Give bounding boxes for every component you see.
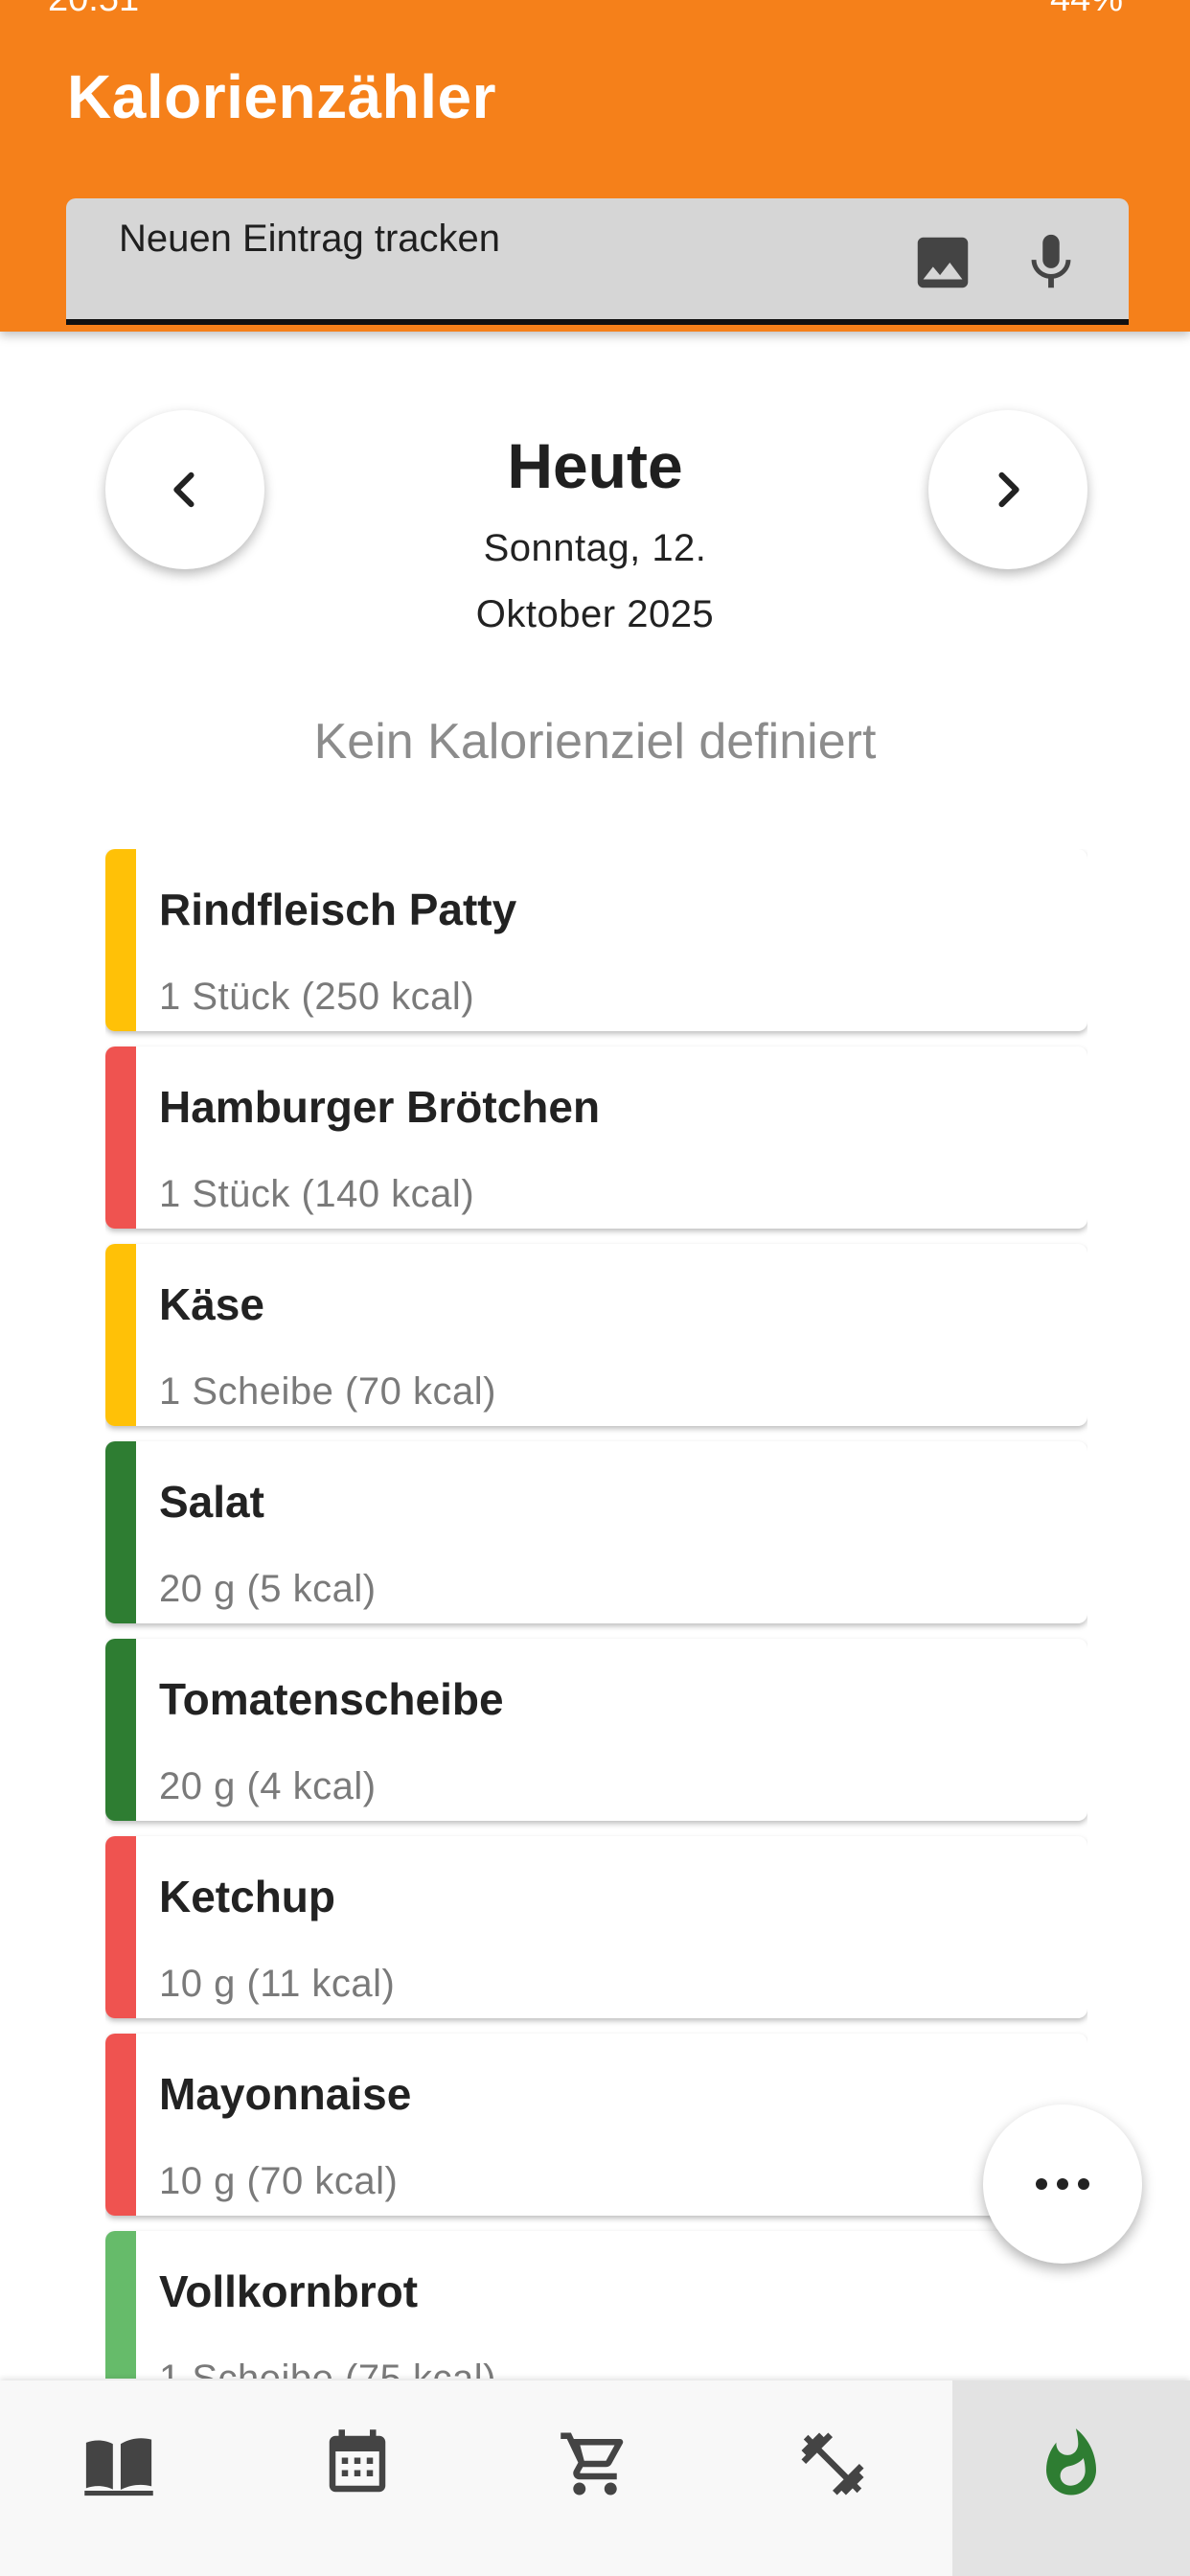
entry-card[interactable]: Vollkornbrot 1 Scheibe (75 kcal) <box>105 2231 1087 2379</box>
next-day-button[interactable] <box>928 410 1087 569</box>
chevron-right-icon <box>998 472 1019 508</box>
nav-item-cart[interactable] <box>476 2380 714 2576</box>
entry-name: Käse <box>159 1279 264 1329</box>
entry-card[interactable]: Tomatenscheibe 20 g (4 kcal) <box>105 1639 1087 1821</box>
more-horizontal-icon <box>1036 2178 1089 2190</box>
book-icon <box>84 2438 153 2496</box>
entry-color-bar <box>105 1046 136 1229</box>
entry-color-bar <box>105 1836 136 2018</box>
track-entry-input[interactable]: Neuen Eintrag tracken <box>66 198 1129 325</box>
track-entry-placeholder: Neuen Eintrag tracken <box>119 218 501 260</box>
entry-detail: 1 Stück (250 kcal) <box>159 976 475 1018</box>
image-icon[interactable] <box>909 229 976 296</box>
entry-name: Hamburger Brötchen <box>159 1082 601 1132</box>
entry-card[interactable]: Käse 1 Scheibe (70 kcal) <box>105 1244 1087 1426</box>
nav-item-calories[interactable] <box>951 2380 1190 2576</box>
status-battery: 44% <box>1050 0 1123 19</box>
entry-color-bar <box>105 2231 136 2379</box>
status-bar: 20:51 44% <box>0 0 1190 19</box>
entry-color-bar <box>105 2034 136 2216</box>
bottom-nav <box>0 2380 1190 2576</box>
mic-icon[interactable] <box>1018 229 1085 296</box>
cart-icon <box>561 2432 624 2496</box>
entry-detail: 1 Stück (140 kcal) <box>159 1173 475 1215</box>
entry-name: Tomatenscheibe <box>159 1674 504 1724</box>
entry-detail: 1 Scheibe (75 kcal) <box>159 2358 496 2379</box>
entry-name: Rindfleisch Patty <box>159 885 517 934</box>
entry-color-bar <box>105 1244 136 1426</box>
entry-card[interactable]: Mayonnaise 10 g (70 kcal) <box>105 2034 1087 2216</box>
entry-detail: 10 g (70 kcal) <box>159 2160 399 2202</box>
dumbbell-icon <box>801 2432 864 2496</box>
entry-color-bar <box>105 849 136 1031</box>
status-time: 20:51 <box>48 0 139 19</box>
nav-item-workout[interactable] <box>714 2380 951 2576</box>
page-title: Kalorienzähler <box>67 62 497 131</box>
entry-name: Mayonnaise <box>159 2069 412 2119</box>
entry-color-bar <box>105 1441 136 1623</box>
entry-color-bar <box>105 1639 136 1821</box>
entry-card[interactable]: Salat 20 g (5 kcal) <box>105 1441 1087 1623</box>
entries-list: Rindfleisch Patty 1 Stück (250 kcal) Hambu… <box>105 849 1087 2379</box>
entry-name: Ketchup <box>159 1872 335 1921</box>
entry-detail: 1 Scheibe (70 kcal) <box>159 1370 496 1413</box>
date-line-2: Oktober 2025 <box>475 593 715 635</box>
app-header: 20:51 44% Kalorienzähler Neuen Eintrag t… <box>0 0 1190 332</box>
entry-name: Vollkornbrot <box>159 2266 419 2316</box>
entry-detail: 10 g (11 kcal) <box>159 1963 396 2005</box>
more-options-button[interactable] <box>983 2104 1142 2264</box>
calorie-goal-text: Kein Kalorienziel definiert <box>313 714 877 770</box>
nav-item-calendar[interactable] <box>238 2380 475 2576</box>
entry-card[interactable]: Rindfleisch Patty 1 Stück (250 kcal) <box>105 849 1087 1031</box>
entry-name: Salat <box>159 1477 264 1527</box>
entry-detail: 20 g (5 kcal) <box>159 1568 377 1610</box>
nav-item-book[interactable] <box>0 2380 238 2576</box>
calendar-icon <box>329 2429 385 2493</box>
entry-detail: 20 g (4 kcal) <box>159 1765 377 1807</box>
flame-icon <box>1045 2428 1096 2496</box>
entry-card[interactable]: Ketchup 10 g (11 kcal) <box>105 1836 1087 2018</box>
entry-card[interactable]: Hamburger Brötchen 1 Stück (140 kcal) <box>105 1046 1087 1229</box>
